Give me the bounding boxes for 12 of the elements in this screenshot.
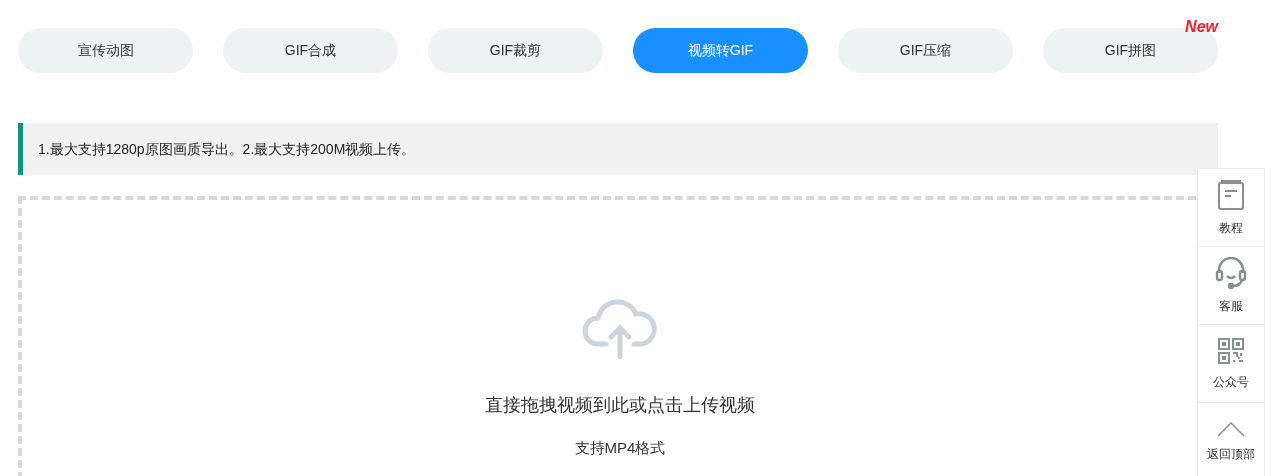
tab[interactable]: GIF裁剪: [428, 28, 603, 73]
book-icon: [1217, 178, 1245, 211]
dropzone-hint: 支持MP4格式: [574, 438, 666, 458]
tab[interactable]: GIF压缩: [838, 28, 1013, 73]
headset-icon: [1214, 256, 1248, 289]
chevron-up-icon: [1216, 420, 1246, 437]
notice-text: 1.最大支持1280p原图画质导出。2.最大支持200M视频上传。: [38, 139, 416, 159]
cloud-upload-icon: [582, 298, 658, 360]
dropzone-title: 直接拖拽视频到此或点击上传视频: [485, 394, 755, 417]
qr-code-icon: [1217, 336, 1245, 365]
tab[interactable]: 宣传动图: [18, 28, 193, 73]
tab[interactable]: GIF合成: [223, 28, 398, 73]
